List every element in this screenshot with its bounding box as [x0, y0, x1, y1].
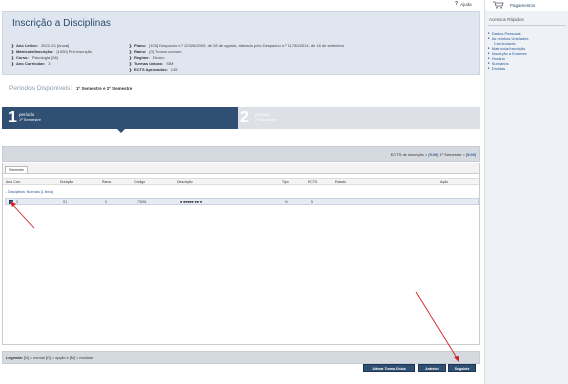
ects-prefix: ECTS de inscrição = [ [390, 152, 430, 157]
periods-label: Períodos Disponíveis: [9, 85, 73, 92]
quick-access-links: Dados Pessoais As minhas Unidades Curric… [488, 31, 566, 71]
info-value: 145 [170, 67, 178, 72]
col-acao: Ação [440, 180, 448, 184]
step-subtitle: 2º Semestre [255, 117, 277, 122]
payments-bar: Pagamentos [485, 0, 568, 11]
help-icon: ? [455, 1, 459, 7]
cell-descricao: ■ ■■■■■ ■■ ■ [180, 200, 202, 204]
cell-ramo: 0 [105, 200, 107, 204]
col-tipo: Tipo [282, 180, 289, 184]
col-codigo: Código [134, 180, 146, 184]
periods-selected: 1º Semestre e 2º Semestre [76, 86, 133, 91]
ects-suffix: ] [474, 152, 476, 157]
legend-bar: Legenda: [N] = normal [O] = opção e [M] … [2, 351, 480, 364]
info-label: ECTS Aprovados: [129, 67, 168, 73]
col-estado: Estado [335, 180, 346, 184]
seguinte-button[interactable]: Seguinte [448, 364, 476, 372]
quick-link-dividas[interactable]: Dívidas [488, 66, 566, 71]
cell-ano: 3 [16, 200, 18, 204]
alterar-turma-button[interactable]: Alterar Turma Única [363, 364, 415, 372]
step-period-2[interactable]: 2 período 2º Semestre [238, 107, 480, 129]
legend: Legenda: [N] = normal [O] = opção e [M] … [6, 356, 93, 360]
disciplines-table: Ano Curr. Duração Ramo Código Descrição … [2, 173, 480, 345]
page-title: Inscrição a Disciplinas [12, 18, 111, 29]
ects-summary-bar: ECTS de inscrição = [ 5.00] 1º Semestre =… [2, 146, 480, 162]
info-value: 3 [48, 61, 51, 66]
info-row: ECTS Aprovados:145 [129, 67, 344, 73]
payments-link[interactable]: Pagamentos [510, 3, 535, 8]
help-link[interactable]: ? Ajuda [455, 1, 472, 7]
col-ects: ECTS [308, 180, 318, 184]
info-value: [1000] Pré-inscrição [56, 49, 93, 54]
enrollment-info-right: Plano:[103] Despacho n.º 22326/2009, de … [129, 43, 344, 73]
top-bar: ? Ajuda [0, 0, 568, 10]
cell-tipo: N [285, 200, 288, 204]
header-panel: Inscrição a Disciplinas Ano Letivo:2022-… [2, 11, 480, 75]
info-row: Ano Curricular:3 [11, 61, 92, 67]
quick-access-box: Acessos Rápidos Dados Pessoais As minhas… [488, 15, 566, 95]
col-ramo: Ramo [102, 180, 112, 184]
cell-ects: 5 [311, 200, 313, 204]
help-label: Ajuda [460, 1, 472, 7]
col-duracao: Duração [60, 180, 74, 184]
ects-summary: ECTS de inscrição = [ 5.00] 1º Semestre =… [391, 152, 476, 157]
periods-title: Períodos Disponíveis: 1º Semestre e 2º S… [9, 85, 132, 92]
row-checkbox[interactable] [9, 200, 13, 204]
group-normais[interactable]: - Disciplinas: Normais [1 linha] [6, 190, 53, 194]
active-step-pointer [117, 129, 125, 133]
col-descricao: Descrição [177, 180, 193, 184]
cart-icon[interactable] [493, 1, 504, 9]
step-period-1[interactable]: 1 período 1º Semestre [2, 107, 238, 133]
table-header: Ano Curr. Duração Ramo Código Descrição … [3, 178, 479, 185]
tab-semestre[interactable]: Semestre [5, 166, 28, 173]
ects-semester: 5.00 [467, 152, 475, 157]
ects-mid: ] 1º Semestre = [ [437, 152, 468, 157]
info-label: Ano Curricular: [11, 61, 45, 67]
cell-codigo: 73991 [137, 200, 147, 204]
enrollment-info-left: Ano Letivo:2022-23 [Anual] Matrícula/Ins… [11, 43, 92, 67]
quick-access-title: Acessos Rápidos [488, 15, 566, 26]
quick-access-sidebar: Pagamentos Acessos Rápidos Dados Pessoai… [484, 0, 568, 384]
col-ano: Ano Curr. [6, 180, 21, 184]
step-number: 2 [240, 109, 249, 126]
tab-strip [2, 163, 480, 173]
cell-duracao: S1 [63, 200, 68, 204]
anterior-button[interactable]: Anterior [418, 364, 446, 372]
step-number: 1 [8, 109, 17, 126]
table-row[interactable]: 3 S1 0 73991 ■ ■■■■■ ■■ ■ N 5 [5, 198, 479, 205]
legend-text: [N] = normal [O] = opção e [M] = modular [23, 356, 94, 360]
legend-label: Legenda: [6, 356, 23, 360]
step-subtitle: 1º Semestre [19, 117, 41, 122]
